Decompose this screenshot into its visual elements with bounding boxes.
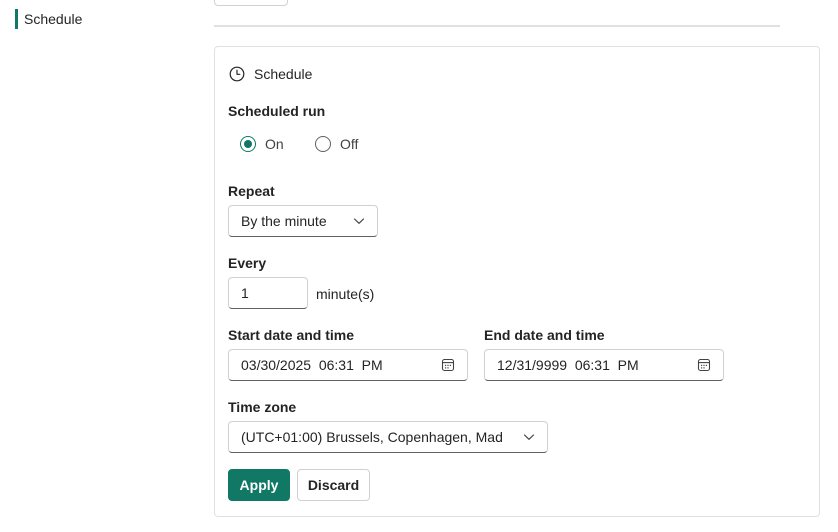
chevron-down-icon <box>523 431 535 443</box>
end-date-value: 12/31/9999 06:31 PM <box>497 357 639 373</box>
radio-off-label: Off <box>340 136 359 152</box>
every-input[interactable]: 1 <box>228 277 308 309</box>
radio-off[interactable]: Off <box>315 136 358 152</box>
schedule-card: Schedule Scheduled run On Off Repeat By … <box>214 46 820 517</box>
sidebar-item-schedule[interactable]: Schedule <box>15 9 82 29</box>
start-date-input[interactable]: 03/30/2025 06:31 PM <box>228 349 468 381</box>
repeat-value: By the minute <box>241 213 327 229</box>
start-date-value: 03/30/2025 06:31 PM <box>241 357 383 373</box>
calendar-icon[interactable] <box>441 358 455 372</box>
radio-off-indicator[interactable] <box>315 136 331 152</box>
every-label: Every <box>228 255 267 271</box>
repeat-label: Repeat <box>228 183 275 199</box>
radio-on[interactable]: On <box>240 136 284 152</box>
section-divider <box>214 25 780 27</box>
clock-icon <box>229 66 245 82</box>
discard-button[interactable]: Discard <box>297 469 370 501</box>
timezone-label: Time zone <box>228 399 297 415</box>
chevron-down-icon <box>353 215 365 227</box>
every-value: 1 <box>241 285 249 301</box>
card-header: Schedule <box>229 66 312 82</box>
sidebar-item-label: Schedule <box>24 11 83 27</box>
radio-on-indicator[interactable] <box>240 136 256 152</box>
repeat-dropdown[interactable]: By the minute <box>228 205 378 237</box>
calendar-icon[interactable] <box>697 358 711 372</box>
scheduled-run-label: Scheduled run <box>228 103 326 119</box>
timezone-dropdown[interactable]: (UTC+01:00) Brussels, Copenhagen, Madrid… <box>228 421 548 453</box>
end-date-label: End date and time <box>484 327 605 343</box>
previous-control-edge <box>214 0 288 6</box>
radio-on-label: On <box>265 136 284 152</box>
card-title: Schedule <box>254 66 313 82</box>
end-date-input[interactable]: 12/31/9999 06:31 PM <box>484 349 724 381</box>
timezone-value: (UTC+01:00) Brussels, Copenhagen, Madrid… <box>241 429 503 445</box>
start-date-label: Start date and time <box>228 327 355 343</box>
apply-button[interactable]: Apply <box>228 469 290 501</box>
every-unit: minute(s) <box>316 286 375 302</box>
